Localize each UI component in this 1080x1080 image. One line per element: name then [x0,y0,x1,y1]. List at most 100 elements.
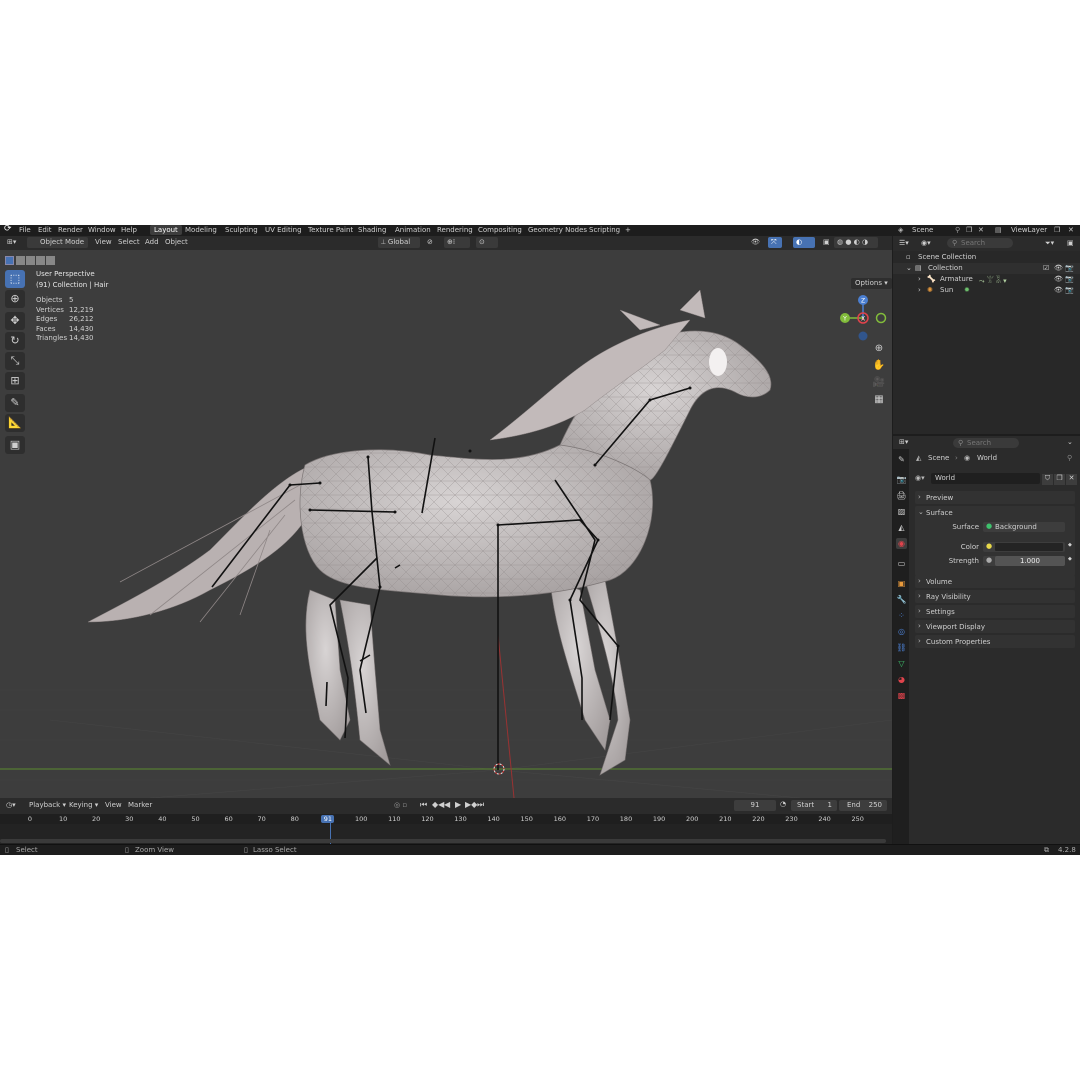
menu-view-timeline[interactable]: View [105,801,122,809]
panel-volume[interactable]: › Volume [915,575,1075,588]
properties-editor-icon[interactable]: ⊞▾ [899,438,908,446]
pan-hand-icon[interactable]: ✋ [872,359,886,373]
pin-icon[interactable]: ⚲ [1067,454,1072,462]
filter-icon[interactable]: ⏷▾ [1045,239,1054,248]
menu-add[interactable]: Add [145,238,159,246]
data-tab-icon[interactable]: ▽ [896,658,907,669]
visibility-icon[interactable]: 👁 [748,237,764,248]
modifier-tab-icon[interactable]: 🔧 [896,594,907,605]
world-name-field[interactable]: World [931,473,1040,484]
eye-icon[interactable]: 👁 [1054,275,1063,283]
world-tab-icon[interactable]: ◉ [896,538,907,549]
tab-modeling[interactable]: Modeling [181,225,221,235]
animate-dot-icon[interactable]: ◆ [1068,542,1072,548]
expand-chevron-icon[interactable]: › [918,275,921,283]
editor-type-icon[interactable]: ⊞▾ [4,237,19,248]
blender-logo-icon[interactable]: ⟳ [4,225,12,234]
object-tab-icon[interactable]: ▣ [896,578,907,589]
camera-view-icon[interactable]: 🎥 [872,376,886,390]
texture-tab-icon[interactable]: ▩ [896,690,907,701]
outliner-row-sun[interactable]: › ✺ Sun ✹ 👁 📷 [893,285,1080,296]
tool-tab-icon[interactable]: ✎ [896,454,907,465]
tab-uv-editing[interactable]: UV Editing [261,225,306,235]
surface-shader-selector[interactable]: ● Background [983,522,1065,532]
tab-rendering[interactable]: Rendering [433,225,477,235]
select-intersect-icon[interactable] [46,256,55,265]
jump-keyframe-forward-icon[interactable]: ▶◆ [465,800,477,809]
panel-custom-properties[interactable]: › Custom Properties [915,635,1075,648]
mode-selector[interactable]: Object Mode [27,237,88,248]
menu-object[interactable]: Object [165,238,188,246]
duplicate-world-icon[interactable]: ❐ [1054,474,1065,485]
eye-icon[interactable]: 👁 [1054,264,1063,272]
camera-icon[interactable]: 📷 [1065,264,1074,272]
timeline-editor-icon[interactable]: ◷▾ [6,801,16,809]
unlink-world-icon[interactable]: ✕ [1066,474,1077,485]
panel-preview[interactable]: › Preview [915,491,1075,504]
tab-geometry-nodes[interactable]: Geometry Nodes [524,225,591,235]
new-view-layer-icon[interactable]: ❐ [1054,226,1060,234]
view-layer-selector[interactable]: ViewLayer [1011,226,1047,234]
perspective-toggle-icon[interactable]: ▦ [872,393,886,407]
expand-chevron-icon[interactable]: ⌄ [906,264,912,272]
new-collection-icon[interactable]: ▣ [1067,239,1074,247]
timeline-scrollbar[interactable] [0,839,886,843]
menu-file[interactable]: File [19,226,31,234]
color-swatch[interactable] [995,543,1063,551]
play-icon[interactable]: ▶ [455,800,461,809]
jump-start-icon[interactable]: ⏮ [420,800,427,810]
outliner-row-collection[interactable]: ⌄ ▤ Collection ☑ 👁 📷 [893,263,1080,274]
end-frame-field[interactable]: End 250 [839,800,887,811]
world-browse-icon[interactable]: ◉▾ [915,474,925,482]
constraints-tab-icon[interactable]: ⛓ [896,642,907,653]
physics-tab-icon[interactable]: ◎ [896,626,907,637]
timeline-body[interactable]: 0 10 20 30 40 50 60 70 80 91 100 110 120 130 140 150 160… [0,814,892,844]
shading-modes[interactable]: ◍ ● ◐ ◑ [834,237,878,248]
tab-animation[interactable]: Animation [391,225,435,235]
menu-select[interactable]: Select [118,238,140,246]
add-workspace-button[interactable]: + [621,225,635,235]
outliner-search-input[interactable]: ⚲ Search [947,238,1013,248]
menu-help[interactable]: Help [121,226,137,234]
particles-tab-icon[interactable]: ⁘ [896,610,907,621]
collapse-icon[interactable]: ⌄ [1067,438,1073,446]
select-invert-icon[interactable] [36,256,45,265]
eye-icon[interactable]: 👁 [1054,286,1063,294]
add-cube-tool-icon[interactable]: ▣ [5,436,25,454]
camera-icon[interactable]: 📷 [1065,275,1074,283]
measure-tool-icon[interactable]: 📐 [5,414,25,432]
tab-scripting[interactable]: Scripting [585,225,624,235]
navigation-gizmo[interactable]: Z Y X [836,294,892,342]
auto-key-icon[interactable]: ◎ ▫ [394,801,407,809]
outliner-editor-icon[interactable]: ☰▾ [899,239,909,247]
tab-shading[interactable]: Shading [354,225,390,235]
menu-playback[interactable]: Playback ▾ [29,801,66,809]
fake-user-icon[interactable]: ⛉ [1042,474,1053,485]
annotate-tool-icon[interactable]: ✎ [5,394,25,412]
options-button[interactable]: Options ▾ [851,278,892,289]
tab-layout[interactable]: Layout [150,225,182,235]
new-scene-icon[interactable]: ❐ [966,226,972,234]
gizmo-toggle-icon[interactable]: ⤧ [768,237,782,248]
menu-window[interactable]: Window [88,226,116,234]
delete-scene-icon[interactable]: ✕ [978,226,984,234]
render-tab-icon[interactable]: 📷 [896,474,907,485]
menu-edit[interactable]: Edit [38,226,52,234]
panel-viewport-display[interactable]: › Viewport Display [915,620,1075,633]
select-box-tool-icon[interactable]: ⬚ [5,270,25,288]
material-tab-icon[interactable]: ◕ [896,674,907,685]
panel-settings[interactable]: › Settings [915,605,1075,618]
select-new-icon[interactable] [5,256,14,265]
animate-dot-icon[interactable]: ◆ [1068,556,1072,562]
scene-tab-icon[interactable]: ◭ [896,522,907,533]
collection-tab-icon[interactable]: ▭ [896,558,907,569]
transform-orientation-selector[interactable]: ⟂ Global [378,237,420,248]
menu-render[interactable]: Render [58,226,83,234]
select-extend-icon[interactable] [16,256,25,265]
panel-surface[interactable]: ⌄ Surface Surface ● Background Color ● ◆… [915,506,1075,576]
scale-tool-icon[interactable]: ⤡ [5,352,25,370]
outliner-row-scene-collection[interactable]: ▫ Scene Collection [893,252,1080,263]
properties-search-input[interactable]: ⚲ Search [953,438,1019,448]
xray-icon[interactable]: ▣ [820,237,830,248]
overlay-toggle-icon[interactable]: ◐ [793,237,815,248]
